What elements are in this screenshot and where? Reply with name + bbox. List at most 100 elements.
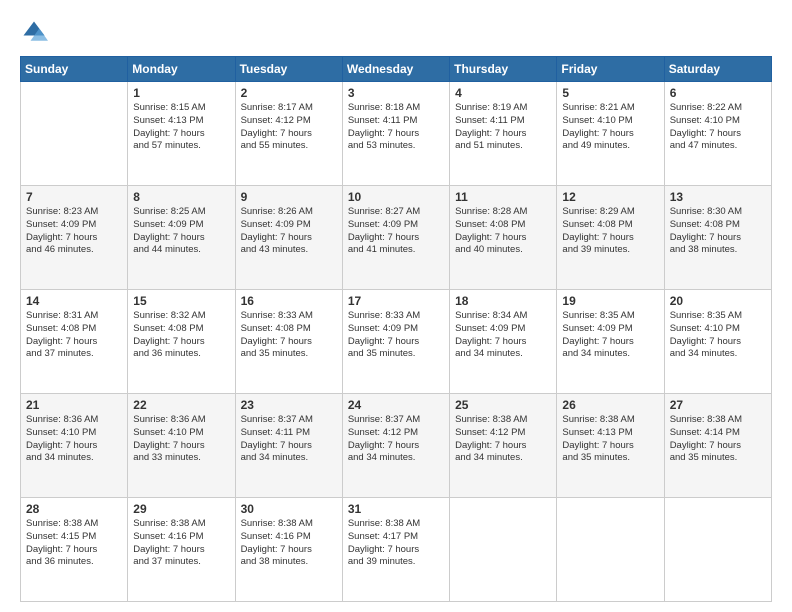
- logo-icon: [20, 18, 48, 46]
- calendar-cell: 21 Sunrise: 8:36 AM Sunset: 4:10 PM Dayli…: [21, 394, 128, 498]
- calendar-cell: [557, 498, 664, 602]
- calendar-week-row: 28Sunrise: 8:38 AM Sunset: 4:15 PM Dayli…: [21, 498, 772, 602]
- day-number: 21: [26, 398, 122, 412]
- day-info: Sunrise: 8:33 AM Sunset: 4:09 PM Dayligh…: [348, 310, 444, 361]
- calendar-cell: 31Sunrise: 8:38 AM Sunset: 4:17 PM Dayli…: [342, 498, 449, 602]
- calendar-cell: 15 Sunrise: 8:32 AM Sunset: 4:08 PM Dayli…: [128, 290, 235, 394]
- day-number: 3: [348, 86, 444, 100]
- weekday-header-wednesday: Wednesday: [342, 57, 449, 82]
- header: [20, 18, 772, 46]
- day-number: 22: [133, 398, 229, 412]
- day-info: Sunrise: 8:36 AM Sunset: 4:10 PM Dayligh…: [26, 414, 122, 465]
- calendar-cell: [21, 82, 128, 186]
- day-info: Sunrise: 8:38 AM Sunset: 4:16 PM Dayligh…: [241, 518, 337, 569]
- calendar-cell: 22 Sunrise: 8:36 AM Sunset: 4:10 PM Dayli…: [128, 394, 235, 498]
- day-number: 18: [455, 294, 551, 308]
- calendar-table: SundayMondayTuesdayWednesdayThursdayFrid…: [20, 56, 772, 602]
- day-number: 4: [455, 86, 551, 100]
- day-number: 20: [670, 294, 766, 308]
- calendar-cell: 17 Sunrise: 8:33 AM Sunset: 4:09 PM Dayli…: [342, 290, 449, 394]
- calendar-cell: [664, 498, 771, 602]
- day-number: 17: [348, 294, 444, 308]
- calendar-cell: [450, 498, 557, 602]
- day-number: 12: [562, 190, 658, 204]
- calendar-cell: 11 Sunrise: 8:28 AM Sunset: 4:08 PM Dayli…: [450, 186, 557, 290]
- calendar-cell: 27Sunrise: 8:38 AM Sunset: 4:14 PM Dayli…: [664, 394, 771, 498]
- calendar-cell: 2 Sunrise: 8:17 AM Sunset: 4:12 PM Daylig…: [235, 82, 342, 186]
- day-number: 16: [241, 294, 337, 308]
- day-info: Sunrise: 8:27 AM Sunset: 4:09 PM Dayligh…: [348, 206, 444, 257]
- day-number: 1: [133, 86, 229, 100]
- calendar-cell: 25 Sunrise: 8:38 AM Sunset: 4:12 PM Dayli…: [450, 394, 557, 498]
- weekday-header-monday: Monday: [128, 57, 235, 82]
- day-info: Sunrise: 8:23 AM Sunset: 4:09 PM Dayligh…: [26, 206, 122, 257]
- day-info: Sunrise: 8:36 AM Sunset: 4:10 PM Dayligh…: [133, 414, 229, 465]
- day-info: Sunrise: 8:34 AM Sunset: 4:09 PM Dayligh…: [455, 310, 551, 361]
- calendar-cell: 28Sunrise: 8:38 AM Sunset: 4:15 PM Dayli…: [21, 498, 128, 602]
- day-number: 19: [562, 294, 658, 308]
- day-info: Sunrise: 8:32 AM Sunset: 4:08 PM Dayligh…: [133, 310, 229, 361]
- weekday-header-saturday: Saturday: [664, 57, 771, 82]
- page: SundayMondayTuesdayWednesdayThursdayFrid…: [0, 0, 792, 612]
- calendar-cell: 18 Sunrise: 8:34 AM Sunset: 4:09 PM Dayli…: [450, 290, 557, 394]
- day-number: 25: [455, 398, 551, 412]
- calendar-cell: 4 Sunrise: 8:19 AM Sunset: 4:11 PM Daylig…: [450, 82, 557, 186]
- day-number: 6: [670, 86, 766, 100]
- day-info: Sunrise: 8:38 AM Sunset: 4:17 PM Dayligh…: [348, 518, 444, 569]
- day-number: 30: [241, 502, 337, 516]
- day-number: 23: [241, 398, 337, 412]
- day-info: Sunrise: 8:28 AM Sunset: 4:08 PM Dayligh…: [455, 206, 551, 257]
- calendar-week-row: 14Sunrise: 8:31 AM Sunset: 4:08 PM Dayli…: [21, 290, 772, 394]
- day-info: Sunrise: 8:15 AM Sunset: 4:13 PM Dayligh…: [133, 102, 229, 153]
- calendar-cell: 23Sunrise: 8:37 AM Sunset: 4:11 PM Dayli…: [235, 394, 342, 498]
- day-info: Sunrise: 8:21 AM Sunset: 4:10 PM Dayligh…: [562, 102, 658, 153]
- day-number: 29: [133, 502, 229, 516]
- day-info: Sunrise: 8:25 AM Sunset: 4:09 PM Dayligh…: [133, 206, 229, 257]
- calendar-cell: 13 Sunrise: 8:30 AM Sunset: 4:08 PM Dayli…: [664, 186, 771, 290]
- day-info: Sunrise: 8:35 AM Sunset: 4:09 PM Dayligh…: [562, 310, 658, 361]
- calendar-week-row: 7 Sunrise: 8:23 AM Sunset: 4:09 PM Daylig…: [21, 186, 772, 290]
- calendar-cell: 3 Sunrise: 8:18 AM Sunset: 4:11 PM Daylig…: [342, 82, 449, 186]
- weekday-header-thursday: Thursday: [450, 57, 557, 82]
- day-info: Sunrise: 8:31 AM Sunset: 4:08 PM Dayligh…: [26, 310, 122, 361]
- day-info: Sunrise: 8:30 AM Sunset: 4:08 PM Dayligh…: [670, 206, 766, 257]
- logo: [20, 18, 50, 46]
- calendar-cell: 8 Sunrise: 8:25 AM Sunset: 4:09 PM Daylig…: [128, 186, 235, 290]
- weekday-header-sunday: Sunday: [21, 57, 128, 82]
- day-number: 26: [562, 398, 658, 412]
- day-info: Sunrise: 8:33 AM Sunset: 4:08 PM Dayligh…: [241, 310, 337, 361]
- calendar-cell: 7 Sunrise: 8:23 AM Sunset: 4:09 PM Daylig…: [21, 186, 128, 290]
- day-number: 13: [670, 190, 766, 204]
- day-number: 8: [133, 190, 229, 204]
- day-number: 5: [562, 86, 658, 100]
- day-number: 11: [455, 190, 551, 204]
- day-info: Sunrise: 8:17 AM Sunset: 4:12 PM Dayligh…: [241, 102, 337, 153]
- calendar-cell: 10 Sunrise: 8:27 AM Sunset: 4:09 PM Dayli…: [342, 186, 449, 290]
- day-info: Sunrise: 8:38 AM Sunset: 4:14 PM Dayligh…: [670, 414, 766, 465]
- day-info: Sunrise: 8:35 AM Sunset: 4:10 PM Dayligh…: [670, 310, 766, 361]
- calendar-cell: 12 Sunrise: 8:29 AM Sunset: 4:08 PM Dayli…: [557, 186, 664, 290]
- day-info: Sunrise: 8:22 AM Sunset: 4:10 PM Dayligh…: [670, 102, 766, 153]
- calendar-week-row: 21 Sunrise: 8:36 AM Sunset: 4:10 PM Dayli…: [21, 394, 772, 498]
- calendar-cell: 14Sunrise: 8:31 AM Sunset: 4:08 PM Dayli…: [21, 290, 128, 394]
- day-info: Sunrise: 8:38 AM Sunset: 4:15 PM Dayligh…: [26, 518, 122, 569]
- day-info: Sunrise: 8:38 AM Sunset: 4:16 PM Dayligh…: [133, 518, 229, 569]
- day-info: Sunrise: 8:19 AM Sunset: 4:11 PM Dayligh…: [455, 102, 551, 153]
- weekday-header-tuesday: Tuesday: [235, 57, 342, 82]
- day-info: Sunrise: 8:38 AM Sunset: 4:12 PM Dayligh…: [455, 414, 551, 465]
- weekday-header-row: SundayMondayTuesdayWednesdayThursdayFrid…: [21, 57, 772, 82]
- day-info: Sunrise: 8:29 AM Sunset: 4:08 PM Dayligh…: [562, 206, 658, 257]
- weekday-header-friday: Friday: [557, 57, 664, 82]
- day-info: Sunrise: 8:18 AM Sunset: 4:11 PM Dayligh…: [348, 102, 444, 153]
- day-info: Sunrise: 8:38 AM Sunset: 4:13 PM Dayligh…: [562, 414, 658, 465]
- day-number: 10: [348, 190, 444, 204]
- day-number: 9: [241, 190, 337, 204]
- calendar-cell: 30 Sunrise: 8:38 AM Sunset: 4:16 PM Dayli…: [235, 498, 342, 602]
- day-number: 2: [241, 86, 337, 100]
- calendar-cell: 5 Sunrise: 8:21 AM Sunset: 4:10 PM Daylig…: [557, 82, 664, 186]
- day-number: 15: [133, 294, 229, 308]
- calendar-cell: 19 Sunrise: 8:35 AM Sunset: 4:09 PM Dayli…: [557, 290, 664, 394]
- calendar-cell: 1 Sunrise: 8:15 AM Sunset: 4:13 PM Daylig…: [128, 82, 235, 186]
- calendar-cell: 29 Sunrise: 8:38 AM Sunset: 4:16 PM Dayli…: [128, 498, 235, 602]
- day-number: 7: [26, 190, 122, 204]
